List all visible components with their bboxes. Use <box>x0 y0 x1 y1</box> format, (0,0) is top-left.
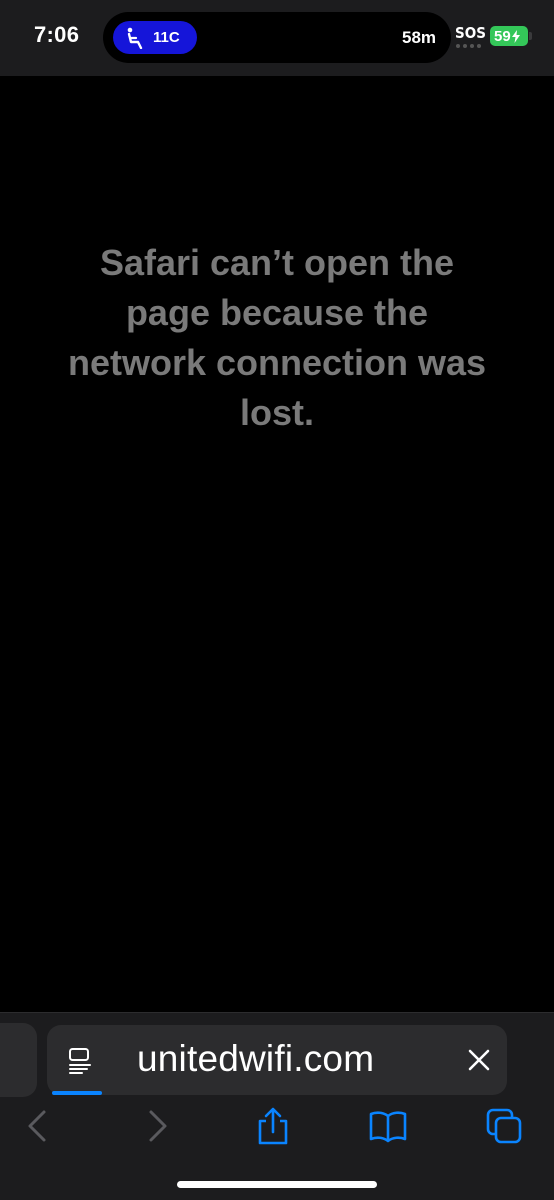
close-icon[interactable] <box>467 1048 491 1072</box>
reader-mode-icon[interactable] <box>67 1047 93 1075</box>
chevron-left-icon[interactable] <box>18 1106 58 1146</box>
previous-tab-card[interactable] <box>0 1023 37 1097</box>
safari-screen: 7:06 11C 58m SOS 59 Safari can’t open th… <box>0 0 554 1200</box>
sos-indicator: SOS <box>455 24 486 42</box>
home-indicator[interactable] <box>177 1181 377 1188</box>
book-icon[interactable] <box>368 1106 408 1146</box>
page-load-progress <box>52 1091 102 1095</box>
status-time: 7:06 <box>34 22 80 47</box>
battery-tip <box>529 32 532 40</box>
url-text[interactable]: unitedwifi.com <box>137 1038 374 1080</box>
battery-level: 59 <box>494 27 511 45</box>
share-icon[interactable] <box>253 1106 293 1146</box>
tabs-icon[interactable] <box>484 1106 524 1146</box>
flight-duration: 58m <box>402 28 437 47</box>
chevron-right-icon[interactable] <box>137 1106 177 1146</box>
address-bar[interactable]: unitedwifi.com <box>47 1025 507 1095</box>
error-message: Safari can’t open the page because the n… <box>67 242 487 433</box>
seat-live-activity[interactable]: 11C <box>113 21 197 54</box>
battery-indicator: 59 <box>490 26 528 46</box>
charging-bolt-icon <box>511 29 520 43</box>
seat-number: 11C <box>153 29 180 46</box>
seat-recline-icon <box>127 27 143 49</box>
status-bar: 7:06 11C 58m SOS 59 <box>0 0 554 76</box>
signal-dots <box>456 44 481 48</box>
dynamic-island[interactable]: 11C <box>103 12 451 63</box>
